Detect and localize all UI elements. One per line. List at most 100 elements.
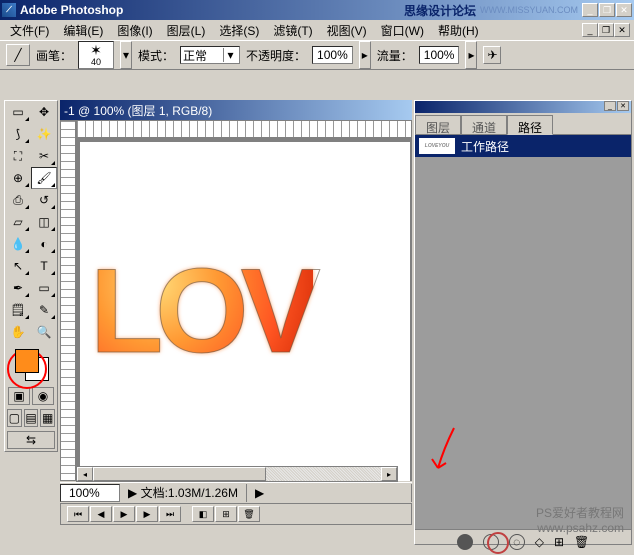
- path-select-tool[interactable]: ↖: [5, 255, 31, 277]
- opacity-slider-toggle[interactable]: ▸: [359, 41, 371, 69]
- flow-slider-toggle[interactable]: ▸: [465, 41, 477, 69]
- flow-input[interactable]: 100%: [419, 46, 460, 64]
- standard-mode-button[interactable]: ▣: [8, 387, 30, 405]
- last-frame-button[interactable]: ⏭: [159, 506, 181, 522]
- screen-full-menu-button[interactable]: ▤: [24, 409, 39, 427]
- menu-view[interactable]: 视图(V): [321, 20, 373, 41]
- eyedropper-tool[interactable]: ✎: [31, 299, 57, 321]
- canvas[interactable]: LOV LOV: [80, 142, 410, 481]
- status-info: ▶: [247, 484, 412, 502]
- tab-layers[interactable]: 图层: [415, 115, 461, 134]
- crop-tool[interactable]: ⛶: [5, 145, 31, 167]
- prev-frame-button[interactable]: ◀: [90, 506, 112, 522]
- foreground-color[interactable]: [15, 349, 39, 373]
- horizontal-scrollbar[interactable]: ◂ ▸: [76, 466, 398, 482]
- fill-path-button[interactable]: [457, 534, 473, 550]
- menu-filter[interactable]: 滤镜(T): [267, 20, 318, 41]
- brush-tool[interactable]: 🖌: [31, 167, 57, 189]
- zoom-input[interactable]: 100%: [60, 484, 120, 502]
- jump-to-imageready-button[interactable]: ⇆: [7, 431, 55, 449]
- path-to-selection-button[interactable]: ◌: [509, 534, 525, 550]
- toolbox: ▭✥ ⟆✨ ⛶✂ ⊕🖌 ⎙↺ ▱◫ 💧◐ ↖T ✒▭ 🗒✎ ✋🔍 ▣◉ ▢▤▦ …: [4, 100, 58, 452]
- quickmask-mode-button[interactable]: ◉: [32, 387, 54, 405]
- brush-preset-dropdown[interactable]: ▾: [120, 41, 132, 69]
- tool-preset-picker[interactable]: ╱: [6, 44, 30, 66]
- wand-tool[interactable]: ✨: [31, 123, 57, 145]
- eraser-tool[interactable]: ▱: [5, 211, 31, 233]
- animation-bar: ⏮ ◀ ▶ ▶ ⏭ ◧ ⊞ 🗑: [60, 503, 412, 525]
- tween-button[interactable]: ◧: [192, 506, 214, 522]
- menu-edit[interactable]: 编辑(E): [57, 20, 109, 41]
- doc-minimize-button[interactable]: _: [582, 23, 598, 37]
- menu-window[interactable]: 窗口(W): [375, 20, 430, 41]
- titlebar: ⟋ Adobe Photoshop 思缘设计论坛 WWW.MISSYUAN.CO…: [0, 0, 634, 20]
- brush-preset-preview[interactable]: ✶ 40: [78, 41, 114, 69]
- blend-mode-value: 正常: [183, 47, 223, 64]
- dodge-tool[interactable]: ◐: [31, 233, 57, 255]
- healing-tool[interactable]: ⊕: [5, 167, 31, 189]
- delete-frame-button[interactable]: 🗑: [238, 506, 260, 522]
- first-frame-button[interactable]: ⏮: [67, 506, 89, 522]
- opacity-label: 不透明度：: [246, 47, 306, 64]
- make-work-path-button[interactable]: ◇: [535, 535, 544, 549]
- panel-close-button[interactable]: ✕: [617, 101, 629, 111]
- play-button[interactable]: ▶: [113, 506, 135, 522]
- scroll-left-button[interactable]: ◂: [77, 467, 93, 481]
- stamp-tool[interactable]: ⎙: [5, 189, 31, 211]
- vertical-ruler[interactable]: [60, 120, 76, 481]
- type-tool[interactable]: T: [31, 255, 57, 277]
- hand-tool[interactable]: ✋: [5, 321, 31, 343]
- lasso-tool[interactable]: ⟆: [5, 123, 31, 145]
- color-swatches: [5, 343, 57, 385]
- canvas-viewport: LOV LOV: [76, 138, 412, 481]
- menubar: 文件(F) 编辑(E) 图像(I) 图层(L) 选择(S) 滤镜(T) 视图(V…: [0, 20, 634, 40]
- blur-tool[interactable]: 💧: [5, 233, 31, 255]
- doc-restore-button[interactable]: ❐: [598, 23, 614, 37]
- status-bar: 100% ▶ 文档: 1.03M/1.26M ▶: [60, 482, 412, 502]
- duplicate-frame-button[interactable]: ⊞: [215, 506, 237, 522]
- tab-paths[interactable]: 路径: [507, 115, 553, 135]
- new-path-button[interactable]: ⊞: [554, 535, 564, 549]
- stroke-path-button[interactable]: [483, 534, 499, 550]
- panel-titlebar[interactable]: _ ✕: [415, 101, 631, 113]
- panel-footer: ◌ ◇ ⊞ 🗑: [415, 529, 631, 553]
- history-brush-tool[interactable]: ↺: [31, 189, 57, 211]
- notes-tool[interactable]: 🗒: [5, 299, 31, 321]
- tab-channels[interactable]: 通道: [461, 115, 507, 134]
- minimize-button[interactable]: _: [582, 3, 598, 17]
- path-name: 工作路径: [461, 138, 509, 155]
- menu-help[interactable]: 帮助(H): [432, 20, 485, 41]
- zoom-tool[interactable]: 🔍: [31, 321, 57, 343]
- status-doc-size: ▶ 文档: 1.03M/1.26M: [120, 484, 247, 502]
- airbrush-toggle[interactable]: ✈: [483, 46, 501, 64]
- next-frame-button[interactable]: ▶: [136, 506, 158, 522]
- menu-layer[interactable]: 图层(L): [161, 20, 212, 41]
- delete-path-button[interactable]: 🗑: [574, 535, 589, 549]
- screen-standard-button[interactable]: ▢: [7, 409, 22, 427]
- photoshop-icon: ⟋: [2, 3, 16, 17]
- shape-tool[interactable]: ▭: [31, 277, 57, 299]
- scroll-thumb[interactable]: [93, 467, 266, 481]
- opacity-input[interactable]: 100%: [312, 46, 353, 64]
- blend-mode-select[interactable]: 正常 ▾: [180, 46, 240, 64]
- restore-button[interactable]: ❐: [599, 3, 615, 17]
- app-title: Adobe Photoshop: [20, 3, 404, 17]
- pen-tool[interactable]: ✒: [5, 277, 31, 299]
- doc-close-button[interactable]: ✕: [614, 23, 630, 37]
- panel-minimize-button[interactable]: _: [604, 101, 616, 111]
- path-thumbnail: LOVEYOU: [419, 138, 455, 154]
- scroll-right-button[interactable]: ▸: [381, 467, 397, 481]
- horizontal-ruler[interactable]: [76, 120, 412, 138]
- path-item[interactable]: LOVEYOU 工作路径: [415, 135, 631, 157]
- brush-stroke-icon: ╱: [14, 48, 21, 62]
- move-tool[interactable]: ✥: [31, 101, 57, 123]
- menu-image[interactable]: 图像(I): [111, 20, 158, 41]
- slice-tool[interactable]: ✂: [31, 145, 57, 167]
- marquee-tool[interactable]: ▭: [5, 101, 31, 123]
- close-button[interactable]: ✕: [616, 3, 632, 17]
- menu-file[interactable]: 文件(F): [4, 20, 55, 41]
- gradient-tool[interactable]: ◫: [31, 211, 57, 233]
- screen-full-button[interactable]: ▦: [40, 409, 55, 427]
- menu-select[interactable]: 选择(S): [213, 20, 265, 41]
- panel-body[interactable]: LOVEYOU 工作路径: [415, 135, 631, 529]
